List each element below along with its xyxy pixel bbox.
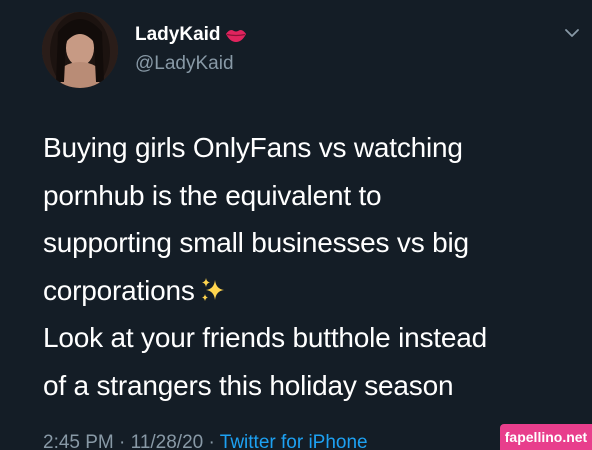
tweet-line: Buying girls OnlyFans vs watching — [43, 132, 463, 163]
meta-separator: · — [203, 432, 220, 450]
meta-separator: · — [113, 432, 131, 450]
tweet-line: supporting small businesses vs big — [43, 227, 469, 258]
tweet-line-with-emoji: corporations — [43, 267, 578, 315]
kiss-lips-icon — [225, 30, 246, 42]
tweet-line: pornhub is the equivalent to — [43, 179, 382, 211]
tweet-date[interactable]: 11/28/20 — [131, 432, 204, 450]
tweet-card: LadyKaid @LadyKaid Buying girls OnlyFans… — [0, 0, 592, 450]
tweet-source-link[interactable]: Twitter for iPhone — [220, 432, 368, 450]
avatar-image — [42, 12, 118, 88]
avatar[interactable] — [42, 12, 118, 88]
tweet-meta: 2:45 PM · 11/28/20 · Twitter for iPhone — [43, 432, 368, 450]
display-name[interactable]: LadyKaid — [135, 24, 247, 46]
tweet-line: corporations — [43, 274, 195, 306]
tweet-line: of a strangers this holiday season — [43, 369, 454, 401]
sparkles-icon — [201, 277, 224, 301]
chevron-down-icon[interactable] — [565, 28, 579, 38]
watermark: fapellino.net — [500, 424, 592, 450]
tweet-time[interactable]: 2:45 PM — [43, 432, 114, 450]
tweet-line: Look at your friends butthole instead — [43, 322, 488, 353]
handle[interactable]: @LadyKaid — [135, 53, 234, 75]
display-name-text: LadyKaid — [135, 24, 221, 45]
tweet-text: Buying girls OnlyFans vs watching pornhu… — [43, 124, 578, 409]
